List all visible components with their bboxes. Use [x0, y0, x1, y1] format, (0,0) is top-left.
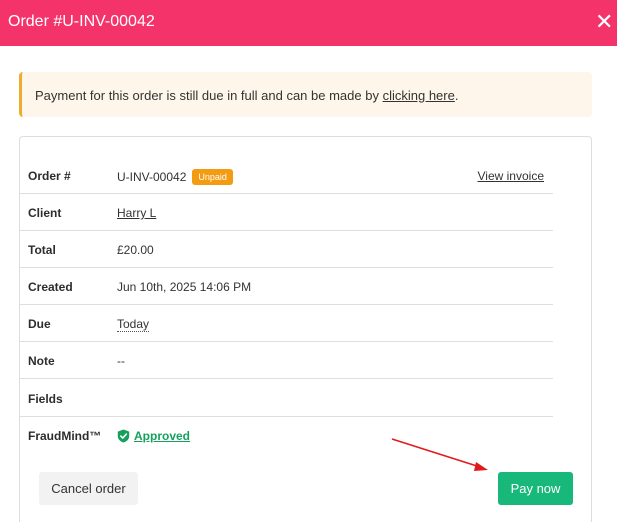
fraudmind-label: FraudMind™ [28, 429, 102, 443]
note-row: Note -- [19, 342, 553, 379]
due-label: Due [28, 317, 51, 331]
client-row: Client Harry L [19, 194, 553, 231]
alert-message: Payment for this order is still due in f… [35, 88, 458, 104]
order-number-value: U-INV-00042 Unpaid [117, 169, 233, 185]
order-number-text: U-INV-00042 [117, 170, 187, 184]
client-link[interactable]: Harry L [117, 206, 156, 220]
order-number-label: Order # [28, 169, 71, 183]
shield-check-icon [117, 429, 130, 443]
payment-due-alert: Payment for this order is still due in f… [19, 72, 592, 117]
pay-now-button[interactable]: Pay now [498, 472, 573, 505]
view-invoice-link[interactable]: View invoice [478, 169, 544, 183]
due-value[interactable]: Today [117, 317, 150, 332]
modal-title: Order #U-INV-00042 [8, 13, 155, 30]
created-row: Created Jun 10th, 2025 14:06 PM [19, 268, 553, 305]
fraudmind-approved-link[interactable]: Approved [134, 429, 190, 443]
order-number-row: Order # U-INV-00042 Unpaid View invoice [19, 157, 553, 194]
alert-text-after: . [454, 88, 459, 103]
cancel-order-button[interactable]: Cancel order [39, 472, 138, 505]
fraudmind-status[interactable]: Approved [117, 429, 190, 443]
fields-label: Fields [28, 392, 63, 406]
due-row: Due Today [19, 305, 553, 342]
total-row: Total £20.00 [19, 231, 553, 268]
status-badge: Unpaid [192, 169, 233, 185]
client-label: Client [28, 206, 62, 220]
modal-header: Order #U-INV-00042 ✕ [0, 0, 617, 46]
fields-row: Fields [19, 380, 553, 417]
note-value: -- [117, 354, 125, 368]
total-label: Total [28, 243, 56, 257]
created-label: Created [28, 280, 73, 294]
created-value: Jun 10th, 2025 14:06 PM [117, 280, 252, 294]
close-icon[interactable]: ✕ [595, 9, 613, 35]
note-label: Note [28, 354, 55, 368]
total-value: £20.00 [117, 243, 154, 257]
alert-pay-link[interactable]: clicking here [383, 88, 455, 103]
alert-text-before: Payment for this order is still due in f… [35, 88, 383, 103]
fraudmind-row: FraudMind™ Approved [19, 417, 553, 454]
